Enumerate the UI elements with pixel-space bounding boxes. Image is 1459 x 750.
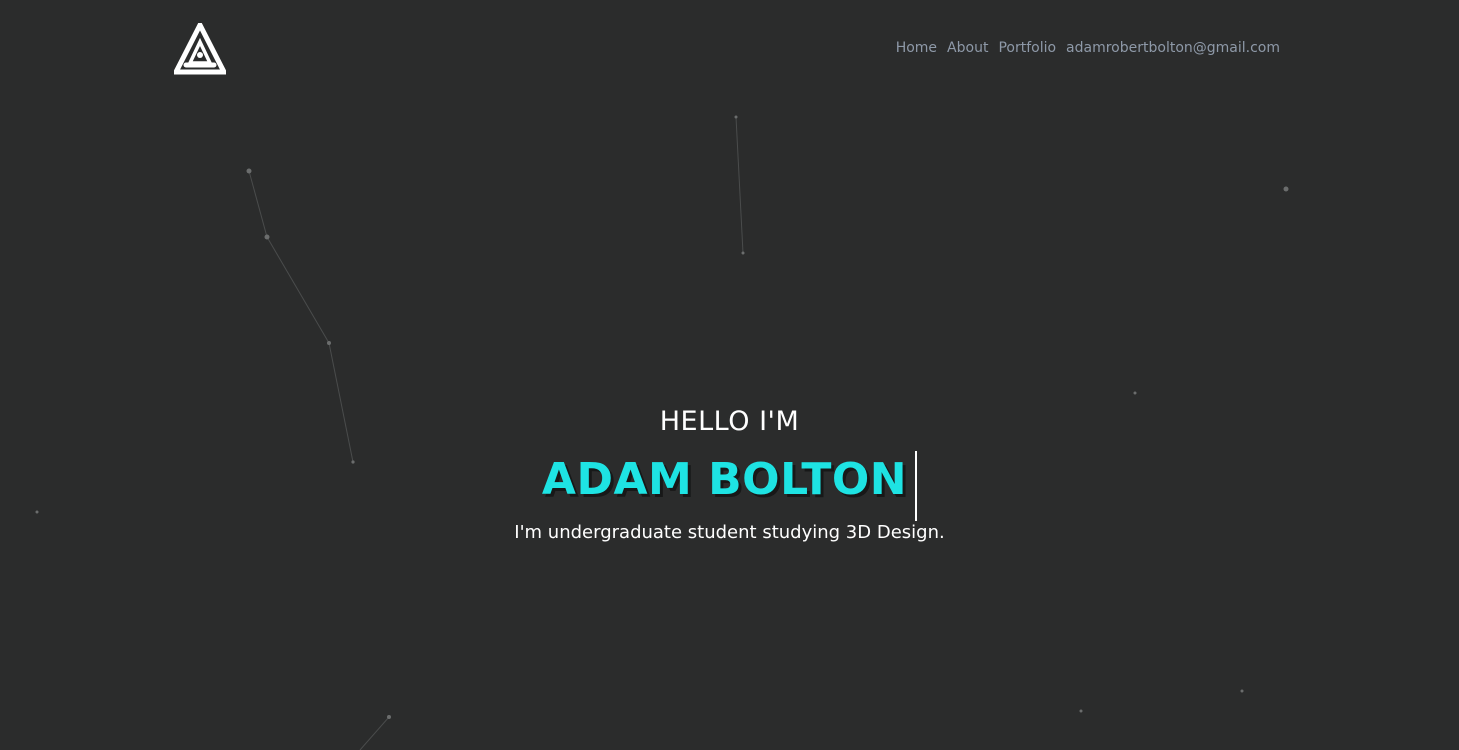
- particle-link: [735, 116, 744, 254]
- particle-dot: [734, 115, 738, 119]
- particle-dot: [387, 715, 391, 719]
- particle-dot: [1079, 709, 1083, 713]
- particle-background: [35, 115, 1289, 750]
- particle-dot: [1133, 391, 1137, 395]
- particle-link: [359, 716, 390, 750]
- particle-dot: [1283, 186, 1289, 192]
- particle-dot: [246, 168, 252, 174]
- particle-dot: [741, 251, 745, 255]
- hero-name: ADAM BOLTON: [541, 454, 908, 505]
- hero-tagline: I'm undergraduate student studying 3D De…: [514, 522, 945, 543]
- nav-link-email[interactable]: adamrobertbolton@gmail.com: [1066, 40, 1280, 56]
- hero-greeting: HELLO I'M: [659, 406, 800, 437]
- typing-cursor: [915, 450, 918, 521]
- particle-dot: [327, 341, 331, 345]
- nav-link-portfolio[interactable]: Portfolio: [998, 40, 1056, 56]
- hero-section: HELLO I'M ADAM BOLTON I'm undergraduate …: [0, 400, 1459, 543]
- triangle-a-logo-icon[interactable]: [171, 19, 229, 75]
- particle-dot: [264, 234, 270, 240]
- particle-link: [266, 236, 330, 344]
- particle-link: [248, 170, 268, 238]
- page: Home About Portfolio adamrobertbolton@gm…: [0, 0, 1459, 750]
- top-nav: Home About Portfolio adamrobertbolton@gm…: [896, 40, 1280, 56]
- hero-name-row: ADAM BOLTON: [541, 444, 918, 521]
- nav-link-home[interactable]: Home: [896, 40, 937, 56]
- particle-dot: [1240, 689, 1244, 693]
- nav-link-about[interactable]: About: [947, 40, 988, 56]
